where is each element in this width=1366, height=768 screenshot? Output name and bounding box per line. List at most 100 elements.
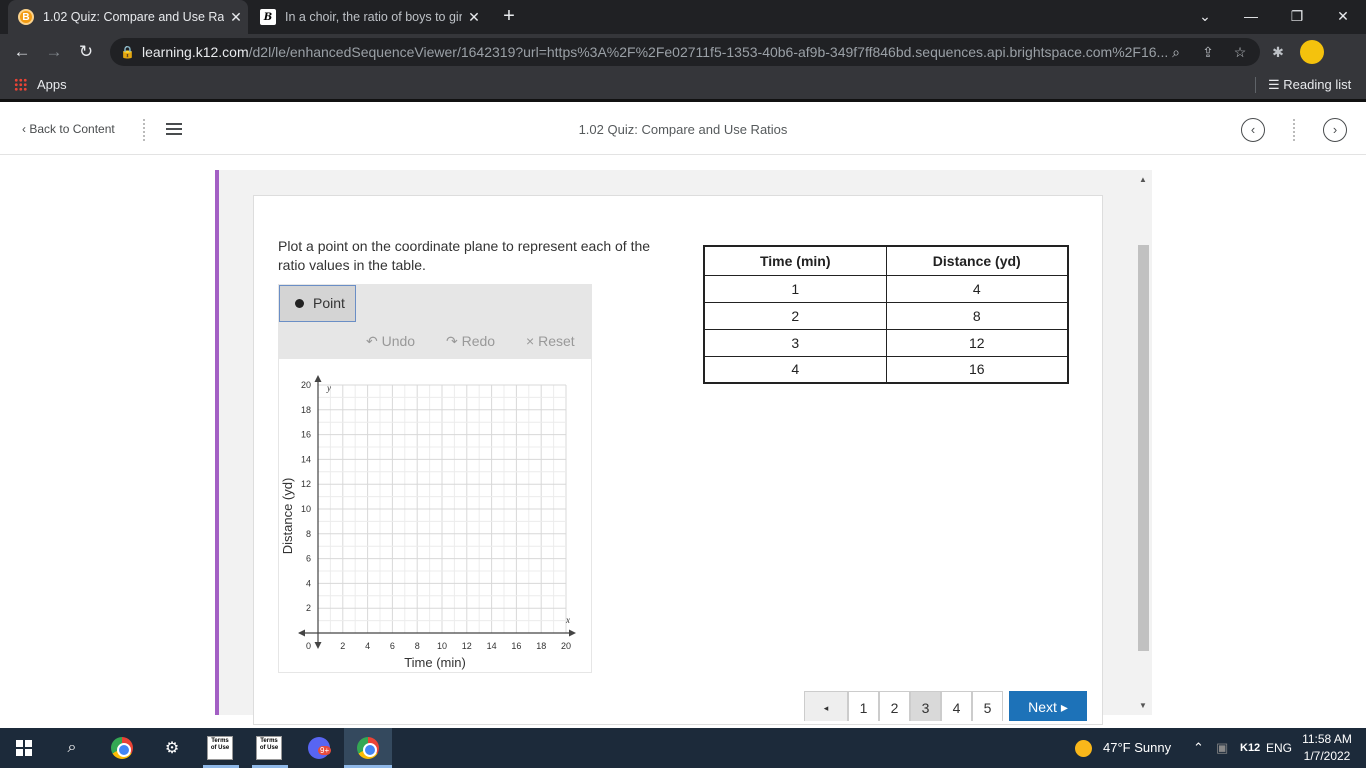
pager-page-4[interactable]: 4 — [941, 691, 972, 721]
pager-prev-button[interactable]: ◂ — [804, 691, 848, 721]
tab-quiz[interactable]: B 1.02 Quiz: Compare and Use Rati ✕ — [8, 0, 248, 34]
x-axis-letter: x — [565, 615, 570, 625]
y-axis-arrow-up-icon — [314, 375, 322, 382]
tab-title: In a choir, the ratio of boys to gir — [285, 10, 462, 24]
terms-icon: Terms of Use — [207, 736, 233, 760]
point-tool-button[interactable]: Point — [279, 285, 356, 322]
language-indicator[interactable]: ENG — [1266, 728, 1292, 768]
table-cell: 8 — [885, 301, 1069, 330]
close-tab-icon[interactable]: ✕ — [462, 9, 486, 26]
tab-title: 1.02 Quiz: Compare and Use Rati — [43, 10, 224, 24]
brainly-favicon-icon: B — [260, 9, 276, 25]
table-cell: 4 — [885, 274, 1069, 303]
reading-list-button[interactable]: ☰ Reading list — [1255, 77, 1351, 93]
y-tick-label: 20 — [301, 380, 311, 390]
clock[interactable]: 11:58 AM 1/7/2022 — [1296, 731, 1358, 765]
next-button[interactable]: Next ▸ — [1009, 691, 1087, 721]
frame-scrollbar[interactable]: ▲ ▼ — [1136, 172, 1152, 714]
reading-list-label: Reading list — [1283, 77, 1352, 92]
x-tick-label: 20 — [561, 641, 571, 651]
previous-topic-icon[interactable]: ‹ — [1241, 118, 1265, 142]
pager-page-2[interactable]: 2 — [879, 691, 910, 721]
apps-grid-icon — [14, 78, 27, 91]
question-pager: ◂ 1 2 3 4 5 Next ▸ — [804, 691, 1087, 721]
tab-choir-question[interactable]: B In a choir, the ratio of boys to gir ✕ — [250, 0, 486, 34]
close-window-button[interactable]: ✕ — [1320, 0, 1366, 34]
page-title: 1.02 Quiz: Compare and Use Ratios — [578, 122, 788, 137]
taskbar: ⌕ ⚙ Terms of Use Terms of Use 9+ 47°F Su… — [0, 728, 1366, 768]
reading-list-icon: ☰ — [1268, 77, 1284, 92]
tray-chevron-icon[interactable]: ⌃ — [1193, 728, 1204, 768]
point-label: Point — [313, 295, 345, 311]
share-icon[interactable]: ⇪ — [1196, 40, 1220, 64]
scroll-up-icon[interactable]: ▲ — [1139, 175, 1147, 184]
zoom-icon[interactable]: ⌕ — [1164, 40, 1188, 64]
tab-search-icon[interactable]: ⌄ — [1182, 0, 1228, 34]
x-tick-label: 6 — [390, 641, 395, 651]
x-axis-arrow-right-icon — [569, 629, 576, 637]
discord-icon[interactable]: 9+ — [305, 734, 333, 762]
back-arrow-icon[interactable]: ← — [10, 40, 34, 64]
x-tick-label: 2 — [340, 641, 345, 651]
table-cell: 3 — [703, 328, 887, 357]
k12-tray-label[interactable]: K12 — [1240, 728, 1260, 768]
close-tab-icon[interactable]: ✕ — [224, 9, 248, 26]
y-tick-label: 18 — [301, 405, 311, 415]
table-header-distance: Distance (yd) — [885, 245, 1069, 276]
pager-page-3[interactable]: 3 — [910, 691, 941, 721]
settings-gear-icon[interactable]: ⚙ — [158, 734, 186, 762]
terms-of-use-app[interactable]: Terms of Use — [206, 734, 234, 762]
question-prompt: Plot a point on the coordinate plane to … — [278, 238, 651, 273]
scroll-down-icon[interactable]: ▼ — [1139, 701, 1147, 710]
brightspace-favicon-icon: B — [18, 9, 34, 25]
minimize-button[interactable]: — — [1228, 0, 1274, 34]
y-tick-label: 16 — [301, 430, 311, 440]
undo-button[interactable]: ↶ Undo — [366, 333, 415, 350]
x-tick-label: 4 — [365, 641, 370, 651]
extensions-icon[interactable]: ✱ — [1266, 40, 1290, 64]
scroll-thumb[interactable] — [1138, 245, 1149, 651]
reset-icon: × — [526, 333, 539, 349]
point-icon — [295, 299, 304, 308]
chrome-active-icon[interactable] — [354, 734, 382, 762]
pager-page-1[interactable]: 1 — [848, 691, 879, 721]
windows-start-icon[interactable] — [10, 734, 38, 762]
table-row: 28 — [703, 301, 1069, 330]
reset-label: Reset — [538, 333, 575, 349]
forward-arrow-icon[interactable]: → — [42, 40, 66, 64]
weather-text[interactable]: 47°F Sunny — [1103, 728, 1171, 768]
graph-container: 2 4 6 8 10 12 14 16 18 20 2 4 6 8 10 12 14 16 18 20 0 x y Time … — [278, 359, 592, 673]
terms-of-use-app[interactable]: Terms of Use — [255, 734, 283, 762]
new-tab-button[interactable]: + — [498, 5, 520, 27]
restore-button[interactable]: ❐ — [1274, 0, 1320, 34]
clock-time: 11:58 AM — [1302, 732, 1352, 746]
x-axis-arrow-left-icon — [298, 629, 305, 637]
reload-icon[interactable]: ↻ — [74, 40, 98, 64]
url-field[interactable]: 🔒 learning.k12.com/d2l/le/enhancedSequen… — [110, 38, 1260, 66]
profile-avatar[interactable] — [1300, 40, 1324, 64]
x-tick-label: 12 — [462, 641, 472, 651]
y-tick-label: 12 — [301, 479, 311, 489]
pager-page-5[interactable]: 5 — [972, 691, 1003, 721]
x-tick-label: 8 — [415, 641, 420, 651]
next-topic-icon[interactable]: › — [1323, 118, 1347, 142]
divider — [1293, 119, 1297, 141]
apps-bookmark[interactable]: Apps — [14, 77, 67, 92]
table-header-time: Time (min) — [703, 245, 887, 276]
table-cell: 2 — [703, 301, 887, 330]
table-cell: 12 — [885, 328, 1069, 357]
bookmark-star-icon[interactable]: ☆ — [1228, 40, 1252, 64]
coordinate-plane[interactable]: 2 4 6 8 10 12 14 16 18 20 2 4 6 8 10 12 14 16 18 20 0 x y Time … — [279, 359, 593, 673]
tray-app-icon[interactable]: ▣ — [1216, 728, 1228, 768]
weather-sun-icon — [1075, 740, 1092, 757]
apps-label: Apps — [37, 77, 67, 92]
chrome-icon[interactable] — [108, 734, 136, 762]
reset-button[interactable]: × Reset — [526, 333, 575, 349]
x-tick-label: 18 — [536, 641, 546, 651]
redo-label: Redo — [461, 333, 496, 349]
redo-button[interactable]: ↷ Redo — [446, 333, 495, 350]
undo-icon: ↶ — [366, 333, 382, 349]
search-icon[interactable]: ⌕ — [58, 734, 86, 762]
ratio-table: Time (min) Distance (yd) 14 28 3 12 4 16 — [703, 245, 1069, 384]
y-tick-label: 10 — [301, 504, 311, 514]
